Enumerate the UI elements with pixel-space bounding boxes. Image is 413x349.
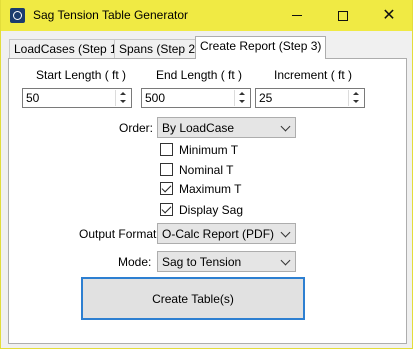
create-tables-label: Create Table(s) [152, 291, 234, 306]
arrow-down-icon [353, 100, 359, 103]
arrow-up-icon [239, 92, 245, 95]
spin-up-button[interactable] [349, 90, 363, 98]
end-length-label: End Length ( ft ) [156, 68, 243, 82]
display-sag-checkbox-row[interactable]: Display Sag [160, 202, 243, 217]
order-select[interactable]: By LoadCase [157, 117, 296, 138]
increment-label: Increment ( ft ) [274, 68, 353, 82]
spin-up-button[interactable] [235, 90, 249, 98]
spin-down-button[interactable] [116, 98, 130, 106]
title-bar[interactable]: Sag Tension Table Generator ✕ [1, 0, 412, 31]
close-button[interactable]: ✕ [366, 0, 412, 31]
output-format-label: Output Format: [79, 227, 160, 241]
nominal-t-label: Nominal T [179, 162, 234, 177]
start-length-input[interactable] [23, 89, 114, 107]
maximum-t-label: Maximum T [179, 181, 242, 196]
window-title: Sag Tension Table Generator [33, 8, 188, 22]
end-length-input[interactable] [142, 89, 233, 107]
maximize-button[interactable] [320, 0, 366, 31]
arrow-down-icon [120, 100, 126, 103]
minimum-t-checkbox-row[interactable]: Minimum T [160, 142, 238, 157]
order-label: Order: [119, 121, 154, 135]
minimize-icon [292, 15, 302, 16]
arrow-down-icon [239, 100, 245, 103]
tab-loadcases[interactable]: LoadCases (Step 1) [9, 39, 126, 59]
create-tables-button[interactable]: Create Table(s) [81, 277, 305, 320]
maximum-t-checkbox[interactable] [160, 182, 173, 195]
maximize-icon [338, 10, 348, 21]
minimum-t-label: Minimum T [179, 142, 239, 157]
app-logo-icon [10, 8, 25, 23]
start-length-stepper[interactable] [22, 88, 132, 108]
start-length-label: Start Length ( ft ) [36, 68, 127, 82]
mode-label: Mode: [118, 255, 152, 269]
maximum-t-checkbox-row[interactable]: Maximum T [160, 181, 241, 196]
output-format-select[interactable]: O-Calc Report (PDF) [157, 223, 296, 244]
spin-up-button[interactable] [116, 90, 130, 98]
order-value: By LoadCase [162, 121, 235, 135]
increment-spin[interactable] [348, 90, 363, 106]
output-format-value: O-Calc Report (PDF) [162, 227, 275, 241]
tab-spans[interactable]: Spans (Step 2) [114, 39, 205, 59]
chevron-down-icon [280, 255, 291, 266]
increment-input[interactable] [256, 89, 347, 107]
end-length-stepper[interactable] [141, 88, 251, 108]
chevron-down-icon [280, 121, 291, 132]
app-window: Sag Tension Table Generator ✕ LoadCases … [0, 0, 413, 349]
tab-create-report[interactable]: Create Report (Step 3) [195, 36, 327, 59]
close-icon: ✕ [382, 6, 396, 24]
display-sag-label: Display Sag [179, 202, 244, 217]
display-sag-checkbox[interactable] [160, 203, 173, 216]
nominal-t-checkbox[interactable] [160, 163, 173, 176]
end-length-spin[interactable] [234, 90, 249, 106]
minimum-t-checkbox[interactable] [160, 143, 173, 156]
nominal-t-checkbox-row[interactable]: Nominal T [160, 162, 233, 177]
chevron-down-icon [280, 227, 291, 238]
spin-down-button[interactable] [235, 98, 249, 106]
mode-select[interactable]: Sag to Tension [157, 251, 296, 272]
arrow-up-icon [120, 92, 126, 95]
spin-down-button[interactable] [349, 98, 363, 106]
start-length-spin[interactable] [115, 90, 130, 106]
increment-stepper[interactable] [255, 88, 365, 108]
minimize-button[interactable] [274, 0, 320, 31]
mode-value: Sag to Tension [162, 255, 242, 269]
arrow-up-icon [353, 92, 359, 95]
